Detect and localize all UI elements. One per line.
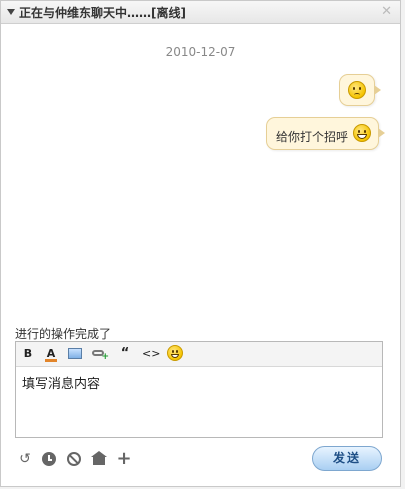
status-text: 进行的操作完成了 — [15, 327, 112, 341]
code-button[interactable]: <> — [142, 345, 160, 362]
emoticon-button[interactable] — [166, 345, 184, 362]
message-bubble — [339, 74, 381, 106]
title-bar: 正在与仲维东聊天中……[离线] ✕ — [1, 1, 400, 24]
close-icon[interactable]: ✕ — [381, 4, 392, 19]
smiley-icon — [167, 345, 183, 361]
message-text: 给你打个招呼 — [276, 130, 349, 144]
insert-image-button[interactable] — [66, 345, 84, 362]
collapse-arrow-icon[interactable] — [7, 9, 15, 15]
chat-date: 2010-12-07 — [165, 45, 236, 59]
color-swatch — [45, 359, 57, 362]
image-icon — [68, 348, 82, 359]
sad-face-icon — [348, 81, 366, 99]
block-icon[interactable] — [66, 451, 82, 467]
history-icon[interactable] — [41, 451, 57, 467]
editor-toolbar: B A + “ <> — [16, 342, 382, 367]
font-color-button[interactable]: A — [42, 345, 60, 362]
message-editor: B A + “ <> — [15, 341, 383, 438]
window-title: 正在与仲维东聊天中……[离线] — [19, 6, 186, 20]
insert-link-button[interactable]: + — [91, 345, 109, 362]
message-input[interactable] — [16, 367, 382, 437]
add-icon[interactable]: + — [116, 450, 132, 468]
quote-button[interactable]: “ — [116, 345, 134, 362]
undo-icon[interactable]: ↺ — [17, 451, 33, 467]
grin-face-icon — [353, 124, 371, 142]
home-icon[interactable] — [91, 451, 107, 467]
message-bubble: 给你打个招呼 — [266, 117, 385, 150]
send-button[interactable]: 发送 — [312, 446, 382, 471]
bold-button[interactable]: B — [19, 345, 37, 362]
